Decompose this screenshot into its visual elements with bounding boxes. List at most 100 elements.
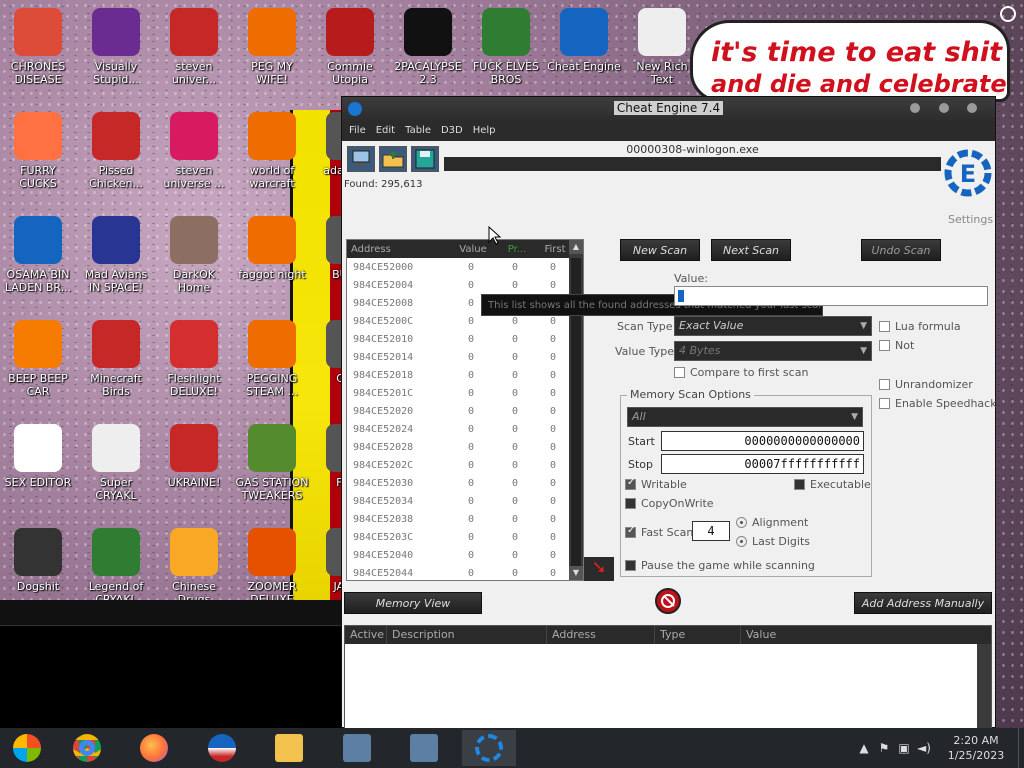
checkbox-box[interactable] xyxy=(625,560,636,571)
checkbox-box[interactable] xyxy=(625,498,636,509)
lua-formula-checkbox[interactable]: Lua formula xyxy=(879,320,961,333)
desktop-icon[interactable]: Commie Utopia xyxy=(312,8,388,86)
fast-scan-input[interactable]: 4 xyxy=(692,521,730,541)
memory-view-button[interactable]: Memory View xyxy=(344,592,482,614)
result-row[interactable]: 984CE52040 0 0 0 xyxy=(347,546,583,564)
taskbar-chrome[interactable] xyxy=(60,730,114,766)
checkbox-box[interactable] xyxy=(625,525,636,538)
undo-scan-button[interactable]: Undo Scan xyxy=(861,239,941,261)
taskbar-installer-1[interactable] xyxy=(330,730,384,766)
header-address[interactable]: Address xyxy=(347,244,449,255)
result-row[interactable]: 984CE52034 0 0 0 xyxy=(347,492,583,510)
desktop-icon[interactable]: DarkOK Home xyxy=(156,216,232,294)
memory-region-select[interactable]: All ▼ xyxy=(627,407,863,427)
checkbox-box[interactable] xyxy=(794,479,805,490)
desktop-icon[interactable]: GAS STATION TWEAKERS xyxy=(234,424,310,502)
menu-file[interactable]: File xyxy=(349,125,366,136)
scan-type-select[interactable]: Exact Value ▼ xyxy=(674,316,872,336)
value-input[interactable] xyxy=(674,286,988,306)
compare-first-checkbox[interactable]: Compare to first scan xyxy=(674,366,808,379)
result-row[interactable]: 984CE52028 0 0 0 xyxy=(347,438,583,456)
desktop-icon[interactable]: Dogshit xyxy=(0,528,76,593)
scroll-down-icon[interactable]: ▼ xyxy=(569,566,583,580)
desktop-icon[interactable]: Chinese Drugs xyxy=(156,528,232,606)
title-bar[interactable]: Cheat Engine 7.4 xyxy=(342,97,995,121)
next-scan-button[interactable]: Next Scan xyxy=(711,239,791,261)
pause-game-checkbox[interactable]: Pause the game while scanning xyxy=(625,559,815,572)
result-row[interactable]: 984CE52030 0 0 0 xyxy=(347,474,583,492)
desktop-icon[interactable]: steven univer... xyxy=(156,8,232,86)
settings-link[interactable]: Settings xyxy=(948,213,993,226)
clock[interactable]: 2:20 AM 1/25/2023 xyxy=(934,733,1018,763)
taskbar-file-explorer[interactable] xyxy=(262,730,316,766)
last-digits-radio[interactable]: Last Digits xyxy=(736,535,810,548)
header-value[interactable]: Value xyxy=(449,244,493,255)
desktop-icon[interactable]: PEG MY WIFE! xyxy=(234,8,310,86)
desktop-icon[interactable]: Minecraft Birds xyxy=(78,320,154,398)
minimize-icon[interactable] xyxy=(910,103,920,113)
scroll-up-icon[interactable]: ▲ xyxy=(569,240,583,254)
new-scan-button[interactable]: New Scan xyxy=(620,239,700,261)
desktop-icon[interactable]: Cheat Engine xyxy=(546,8,622,73)
taskbar-cheat-engine[interactable] xyxy=(462,730,516,766)
not-checkbox[interactable]: Not xyxy=(879,339,914,352)
maximize-icon[interactable] xyxy=(939,103,949,113)
desktop-icon[interactable]: 2PACALYPSE 2.3 xyxy=(390,8,466,86)
header-first[interactable]: First xyxy=(537,244,569,255)
header-active[interactable]: Active xyxy=(345,626,387,644)
desktop-icon[interactable]: Mad Avians IN SPACE! xyxy=(78,216,154,294)
taskbar-obama-logo[interactable] xyxy=(195,730,249,766)
add-selected-arrow-icon[interactable]: ➘ xyxy=(584,557,614,581)
result-row[interactable]: 984CE52038 0 0 0 xyxy=(347,510,583,528)
desktop-icon[interactable]: faggot night xyxy=(234,216,310,281)
radio-dot[interactable] xyxy=(736,536,747,547)
fast-scan-checkbox[interactable]: Fast Scan xyxy=(625,525,693,539)
result-row[interactable]: 984CE5202C 0 0 0 xyxy=(347,456,583,474)
desktop-icon[interactable]: steven universe ... xyxy=(156,112,232,190)
menu-help[interactable]: Help xyxy=(473,125,496,136)
alignment-radio[interactable]: Alignment xyxy=(736,516,808,529)
desktop-icon[interactable]: Legend of CRYAKL xyxy=(78,528,154,606)
result-row[interactable]: 984CE52020 0 0 0 xyxy=(347,402,583,420)
desktop-icon[interactable]: PEGGING STEAM ... xyxy=(234,320,310,398)
stop-address-input[interactable]: 00007fffffffffff xyxy=(661,454,864,474)
cheat-engine-window[interactable]: Cheat Engine 7.4 File Edit Table D3D Hel… xyxy=(341,96,997,765)
desktop-icon[interactable]: FURRY CUCKS xyxy=(0,112,76,190)
start-address-input[interactable]: 0000000000000000 xyxy=(661,431,864,451)
show-desktop-button[interactable] xyxy=(1018,728,1024,768)
desktop-icon[interactable]: world of warcraft xyxy=(234,112,310,190)
taskbar-installer-2[interactable] xyxy=(397,730,451,766)
open-process-button[interactable] xyxy=(347,146,375,172)
result-row[interactable]: 984CE52010 0 0 0 xyxy=(347,330,583,348)
result-row[interactable]: 984CE52000 0 0 0 xyxy=(347,258,583,276)
desktop-icon[interactable]: CHRONES DISEASE xyxy=(0,8,76,86)
checkbox-box[interactable] xyxy=(879,321,890,332)
desktop-icon[interactable]: Pissed Chicken... xyxy=(78,112,154,190)
desktop-icon[interactable]: New Rich Text Document.rtf xyxy=(624,8,700,86)
unrandomizer-checkbox[interactable]: Unrandomizer xyxy=(879,378,973,391)
save-button[interactable] xyxy=(411,146,439,172)
open-file-button[interactable] xyxy=(379,146,407,172)
result-row[interactable]: 984CE52014 0 0 0 xyxy=(347,348,583,366)
menu-d3d[interactable]: D3D xyxy=(441,125,463,136)
start-button[interactable] xyxy=(0,730,54,766)
speedhack-checkbox[interactable]: Enable Speedhack xyxy=(879,397,997,410)
value-type-select[interactable]: 4 Bytes ▼ xyxy=(674,341,872,361)
radio-dot[interactable] xyxy=(736,517,747,528)
result-row[interactable]: 984CE52018 0 0 0 xyxy=(347,366,583,384)
header-address[interactable]: Address xyxy=(547,626,655,644)
results-scrollbar[interactable]: ▲ ▼ xyxy=(569,240,583,580)
checkbox-box[interactable] xyxy=(879,340,890,351)
network-icon[interactable]: ▣ xyxy=(894,741,914,755)
flag-icon[interactable]: ⚑ xyxy=(874,741,894,755)
volume-icon[interactable]: ◄) xyxy=(914,741,934,755)
desktop-icon[interactable]: FUCK ELVES BROS xyxy=(468,8,544,86)
writable-checkbox[interactable]: Writable xyxy=(625,477,687,491)
desktop-icon[interactable]: OSAMA BIN LADEN BR... xyxy=(0,216,76,294)
header-description[interactable]: Description xyxy=(387,626,547,644)
result-row[interactable]: 984CE5201C 0 0 0 xyxy=(347,384,583,402)
desktop-icon[interactable]: ZOOMER DELUXE xyxy=(234,528,310,606)
checkbox-box[interactable] xyxy=(625,477,636,490)
result-row[interactable]: 984CE52024 0 0 0 xyxy=(347,420,583,438)
desktop-icon[interactable]: UKRAINE! xyxy=(156,424,232,489)
